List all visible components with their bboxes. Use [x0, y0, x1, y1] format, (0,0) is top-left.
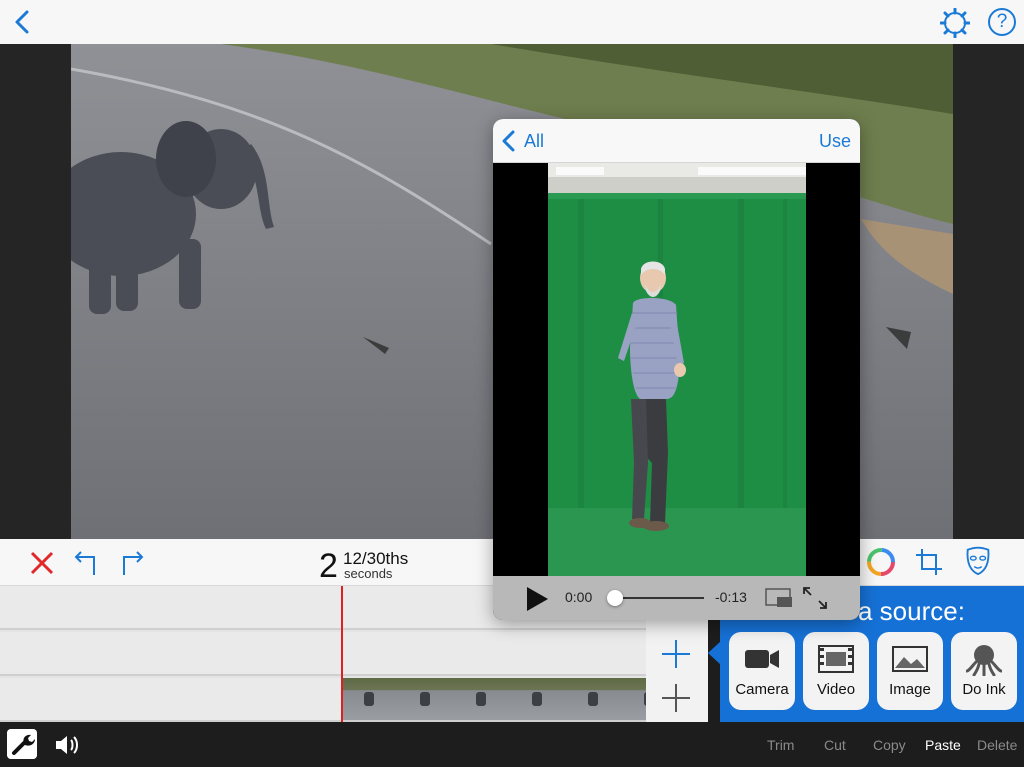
time-seconds: 2	[319, 547, 338, 585]
mask-icon[interactable]	[963, 546, 993, 576]
video-button[interactable]: Video	[803, 632, 869, 710]
crop-icon[interactable]	[914, 547, 944, 577]
octopus-icon	[966, 645, 1002, 676]
add-track-column	[646, 620, 708, 722]
scrub-track[interactable]	[614, 597, 704, 599]
video-clip[interactable]	[342, 678, 654, 720]
time-unit: seconds	[344, 566, 393, 581]
camera-label: Camera	[735, 681, 789, 698]
popover-header: All Use	[493, 119, 860, 163]
image-label: Image	[889, 681, 931, 698]
camera-button[interactable]: Camera	[729, 632, 795, 710]
video-picker-popover: All Use 0:00 -0:13	[493, 119, 860, 620]
color-wheel-icon[interactable]	[866, 547, 896, 577]
elapsed-time: 0:00	[565, 589, 593, 605]
chevron-left-icon[interactable]	[10, 9, 34, 35]
top-bar: ?	[0, 0, 1024, 44]
clip-frame	[566, 678, 622, 720]
green-screen-video[interactable]	[548, 163, 806, 576]
delete-button[interactable]: Delete	[977, 737, 1017, 753]
scrub-knob[interactable]	[607, 590, 623, 606]
back-to-all-button[interactable]: All	[524, 131, 544, 152]
fullscreen-icon[interactable]	[802, 586, 828, 610]
use-button[interactable]: Use	[819, 131, 851, 152]
paste-button[interactable]: Paste	[925, 737, 961, 753]
film-icon	[818, 645, 854, 673]
green-screen-person-image	[548, 163, 806, 576]
redo-icon[interactable]	[116, 548, 146, 578]
add-track-button[interactable]	[660, 682, 692, 714]
image-icon	[892, 646, 928, 672]
time-readout: 2 12/30ths seconds	[319, 547, 439, 585]
clip-frame	[342, 678, 398, 720]
copy-button[interactable]: Copy	[873, 737, 906, 753]
video-label: Video	[816, 681, 856, 698]
close-icon[interactable]	[27, 548, 57, 578]
track-2[interactable]	[0, 632, 646, 676]
clip-frame	[398, 678, 454, 720]
playhead[interactable]	[341, 586, 343, 722]
bottom-bar	[0, 722, 1024, 767]
player-controls: 0:00 -0:13	[493, 576, 860, 620]
chevron-left-icon[interactable]	[501, 130, 517, 152]
wrench-icon[interactable]	[7, 729, 37, 759]
trim-button[interactable]: Trim	[767, 737, 794, 753]
do-ink-label: Do Ink	[962, 681, 1006, 698]
speaker-icon[interactable]	[54, 733, 80, 757]
picture-in-picture-icon[interactable]	[765, 588, 793, 608]
undo-icon[interactable]	[72, 548, 102, 578]
play-icon[interactable]	[525, 586, 549, 612]
clip-frame	[510, 678, 566, 720]
source-title: a source:	[858, 596, 965, 626]
gear-icon[interactable]	[940, 8, 970, 38]
camera-icon	[745, 650, 779, 668]
clip-frame	[622, 678, 654, 720]
clip-frame	[454, 678, 510, 720]
remaining-time: -0:13	[715, 589, 747, 605]
help-button[interactable]: ?	[988, 8, 1016, 36]
add-track-button[interactable]	[660, 638, 692, 670]
image-button[interactable]: Image	[877, 632, 943, 710]
cut-button[interactable]: Cut	[824, 737, 846, 753]
do-ink-button[interactable]: Do Ink	[951, 632, 1017, 710]
